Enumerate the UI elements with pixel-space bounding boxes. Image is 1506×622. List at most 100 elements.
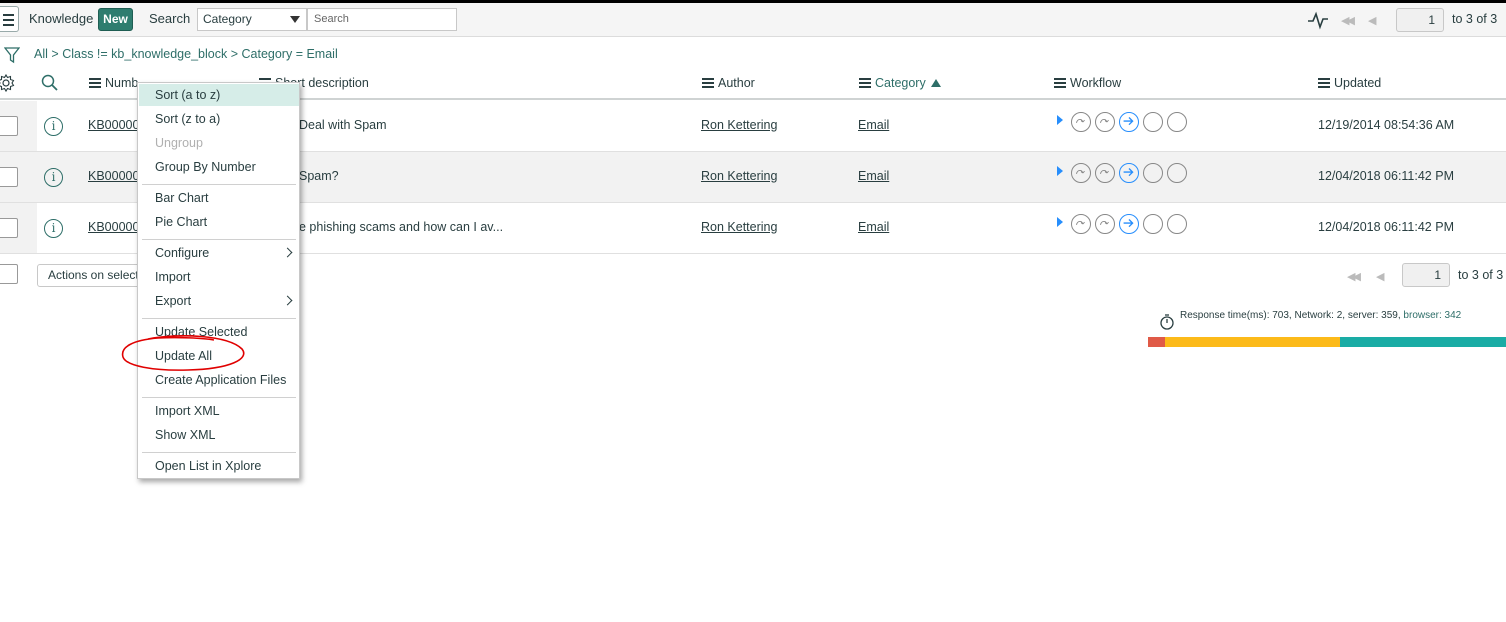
column-header-category[interactable]: Category <box>859 76 941 90</box>
menu-divider <box>142 452 296 453</box>
column-context-menu: Sort (a to z) Sort (z to a) Ungroup Grou… <box>137 82 300 479</box>
response-time-bar <box>1148 337 1506 347</box>
response-time-text: Response time(ms): 703, Network: 2, serv… <box>1180 310 1462 321</box>
menu-item-group-by-number[interactable]: Group By Number <box>139 156 299 178</box>
row-updated: 12/04/2018 06:11:42 PM <box>1318 169 1454 183</box>
column-header-workflow[interactable]: Workflow <box>1054 76 1121 90</box>
menu-divider <box>142 184 296 185</box>
browser-time-link[interactable]: browser: 342 <box>1403 310 1461 321</box>
current-stage-arrow-icon <box>1119 214 1139 234</box>
menu-item-import-xml[interactable]: Import XML <box>139 400 299 422</box>
first-page-icon[interactable]: ◀◀ <box>1341 14 1355 27</box>
select-all-checkbox[interactable] <box>0 264 18 284</box>
stopwatch-icon <box>1160 314 1174 330</box>
row-short-description: Deal with Spam <box>299 118 387 132</box>
page-number-input[interactable]: 1 <box>1396 8 1444 32</box>
new-button[interactable]: New <box>98 8 133 31</box>
row-checkbox[interactable] <box>0 116 18 136</box>
previous-page-icon[interactable]: ◀ <box>1368 14 1376 27</box>
gear-icon[interactable] <box>0 73 16 93</box>
list-header: Knowledge New Search Category Search ◀◀ … <box>0 3 1506 37</box>
menu-item-ungroup: Ungroup <box>155 136 203 150</box>
completed-stage-icon <box>1071 112 1091 132</box>
menu-item-bar-chart[interactable]: Bar Chart <box>139 187 299 209</box>
row-category[interactable]: Email <box>858 169 889 183</box>
list-title: Knowledge <box>29 11 94 26</box>
completed-stage-icon <box>1095 214 1115 234</box>
play-icon[interactable] <box>1057 217 1063 227</box>
search-field-value: Category <box>203 12 252 26</box>
column-header-updated[interactable]: Updated <box>1318 76 1381 90</box>
search-input[interactable]: Search <box>307 8 457 31</box>
menu-item-create-application-files[interactable]: Create Application Files <box>139 369 299 391</box>
column-header-author[interactable]: Author <box>702 76 755 90</box>
chevron-right-icon <box>282 295 293 306</box>
menu-item-import[interactable]: Import <box>139 266 299 288</box>
row-author[interactable]: Ron Kettering <box>701 220 777 234</box>
current-stage-arrow-icon <box>1119 112 1139 132</box>
column-menu-icon[interactable] <box>702 78 714 88</box>
page-range-text: to 3 of 3 <box>1452 12 1498 26</box>
menu-item-pie-chart[interactable]: Pie Chart <box>139 211 299 233</box>
pending-stage-icon <box>1167 163 1187 183</box>
network-segment <box>1148 337 1165 347</box>
chevron-right-icon <box>282 247 293 258</box>
page-number-input[interactable]: 1 <box>1402 263 1450 287</box>
menu-item-configure[interactable]: Configure <box>139 242 299 264</box>
search-label: Search <box>149 11 191 26</box>
completed-stage-icon <box>1071 214 1091 234</box>
server-segment <box>1165 337 1340 347</box>
info-icon[interactable]: i <box>44 117 63 136</box>
menu-item-open-list-in-xplore[interactable]: Open List in Xplore <box>139 455 299 477</box>
row-category[interactable]: Email <box>858 220 889 234</box>
breadcrumb-all[interactable]: All <box>34 47 48 61</box>
first-page-icon[interactable]: ◀◀ <box>1347 270 1361 283</box>
column-header-number[interactable]: Numb <box>89 76 138 90</box>
row-checkbox[interactable] <box>0 167 18 187</box>
search-field-select[interactable]: Category <box>197 8 307 31</box>
menu-item-sort-z-to-a[interactable]: Sort (z to a) <box>139 108 299 130</box>
menu-item-sort-a-to-z[interactable]: Sort (a to z) <box>139 84 299 106</box>
breadcrumb-category-filter[interactable]: Category = Email <box>242 47 338 61</box>
menu-item-export[interactable]: Export <box>139 290 299 312</box>
completed-stage-icon <box>1095 112 1115 132</box>
pending-stage-icon <box>1167 214 1187 234</box>
row-updated: 12/04/2018 06:11:42 PM <box>1318 220 1454 234</box>
previous-page-icon[interactable]: ◀ <box>1376 270 1384 283</box>
menu-divider <box>142 239 296 240</box>
current-stage-arrow-icon <box>1119 163 1139 183</box>
filter-icon[interactable] <box>4 46 20 64</box>
page-range-text: to 3 of 3 <box>1458 268 1504 282</box>
row-checkbox[interactable] <box>0 218 18 238</box>
row-updated: 12/19/2014 08:54:36 AM <box>1318 118 1455 132</box>
browser-segment <box>1340 337 1506 347</box>
search-icon[interactable] <box>40 73 60 93</box>
list-menu-button[interactable] <box>0 6 19 32</box>
pending-stage-icon <box>1143 214 1163 234</box>
play-icon[interactable] <box>1057 115 1063 125</box>
column-menu-icon[interactable] <box>89 78 101 88</box>
pending-stage-icon <box>1143 163 1163 183</box>
row-short-description: e phishing scams and how can I av... <box>299 220 504 234</box>
column-menu-icon[interactable] <box>859 78 871 88</box>
info-icon[interactable]: i <box>44 219 63 238</box>
activity-pulse-icon[interactable] <box>1307 10 1329 30</box>
breadcrumb: All > Class != kb_knowledge_block > Cate… <box>34 47 338 61</box>
row-author[interactable]: Ron Kettering <box>701 169 777 183</box>
row-author[interactable]: Ron Kettering <box>701 118 777 132</box>
info-icon[interactable]: i <box>44 168 63 187</box>
menu-item-show-xml[interactable]: Show XML <box>139 424 299 446</box>
row-short-description: Spam? <box>299 169 339 183</box>
row-category[interactable]: Email <box>858 118 889 132</box>
pending-stage-icon <box>1143 112 1163 132</box>
completed-stage-icon <box>1071 163 1091 183</box>
menu-item-update-all[interactable]: Update All <box>139 345 299 367</box>
completed-stage-icon <box>1095 163 1115 183</box>
pending-stage-icon <box>1167 112 1187 132</box>
column-menu-icon[interactable] <box>1054 78 1066 88</box>
column-menu-icon[interactable] <box>1318 78 1330 88</box>
breadcrumb-class-filter[interactable]: Class != kb_knowledge_block <box>62 47 227 61</box>
play-icon[interactable] <box>1057 166 1063 176</box>
menu-icon <box>3 14 14 16</box>
menu-item-update-selected[interactable]: Update Selected <box>139 321 299 343</box>
